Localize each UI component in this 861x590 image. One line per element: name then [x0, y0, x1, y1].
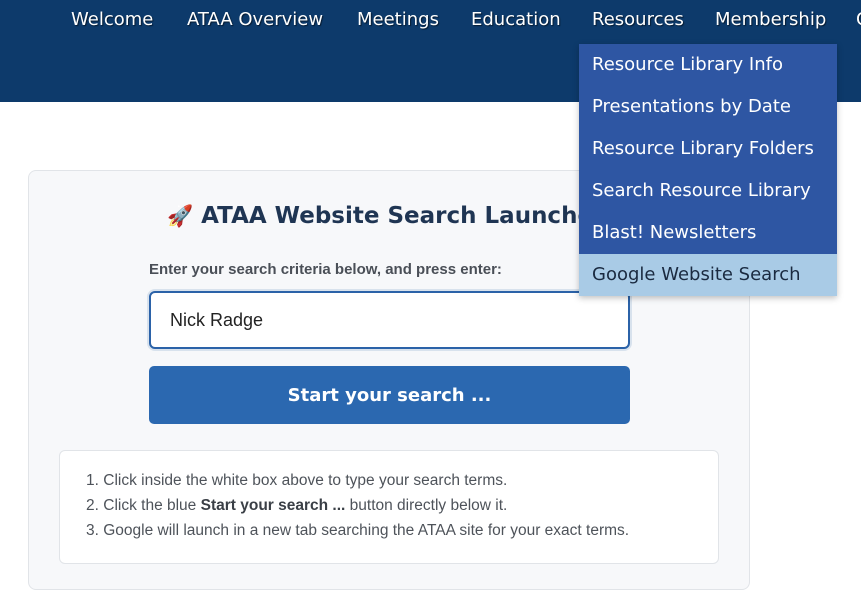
nav-item-truncated[interactable]: C	[856, 9, 861, 30]
instruction-text: button directly below it.	[345, 497, 508, 514]
instruction-text: Click inside the white box above to type…	[103, 472, 508, 489]
nav-welcome[interactable]: Welcome	[71, 9, 153, 30]
menu-item-resource-library-folders[interactable]: Resource Library Folders	[579, 128, 837, 170]
instruction-number: 3.	[86, 522, 99, 539]
instruction-bold-text: Start your search ...	[200, 497, 346, 514]
instruction-number: 2.	[86, 497, 99, 514]
instruction-text: Click the blue	[103, 497, 201, 514]
nav-meetings[interactable]: Meetings	[357, 9, 439, 30]
menu-item-search-resource-library[interactable]: Search Resource Library	[579, 170, 837, 212]
nav-membership[interactable]: Membership	[715, 9, 826, 30]
resources-dropdown-menu: Resource Library Info Presentations by D…	[579, 44, 837, 296]
search-prompt-label: Enter your search criteria below, and pr…	[149, 261, 502, 278]
rocket-icon: 🚀	[167, 204, 194, 228]
nav-ataa-overview[interactable]: ATAA Overview	[187, 9, 323, 30]
instruction-number: 1.	[86, 472, 99, 489]
main-nav: Welcome ATAA Overview Meetings Education…	[0, 0, 861, 42]
instruction-item: 1. Click inside the white box above to t…	[86, 470, 629, 495]
menu-item-resource-library-info[interactable]: Resource Library Info	[579, 44, 837, 86]
instruction-item: 3. Google will launch in a new tab searc…	[86, 520, 629, 545]
nav-education[interactable]: Education	[471, 9, 561, 30]
search-input[interactable]	[149, 291, 630, 349]
launcher-title: ATAA Website Search Launcher	[201, 203, 605, 229]
nav-resources[interactable]: Resources	[592, 9, 684, 30]
launcher-title-row: 🚀 ATAA Website Search Launcher	[167, 203, 604, 229]
instructions-list: 1. Click inside the white box above to t…	[86, 470, 629, 545]
instruction-item: 2. Click the blue Start your search ... …	[86, 495, 629, 520]
start-search-button[interactable]: Start your search ...	[149, 366, 630, 424]
menu-item-presentations-by-date[interactable]: Presentations by Date	[579, 86, 837, 128]
instructions-box: 1. Click inside the white box above to t…	[59, 450, 719, 564]
menu-item-blast-newsletters[interactable]: Blast! Newsletters	[579, 212, 837, 254]
menu-item-google-website-search[interactable]: Google Website Search	[579, 254, 837, 296]
instruction-text: Google will launch in a new tab searchin…	[103, 522, 630, 539]
